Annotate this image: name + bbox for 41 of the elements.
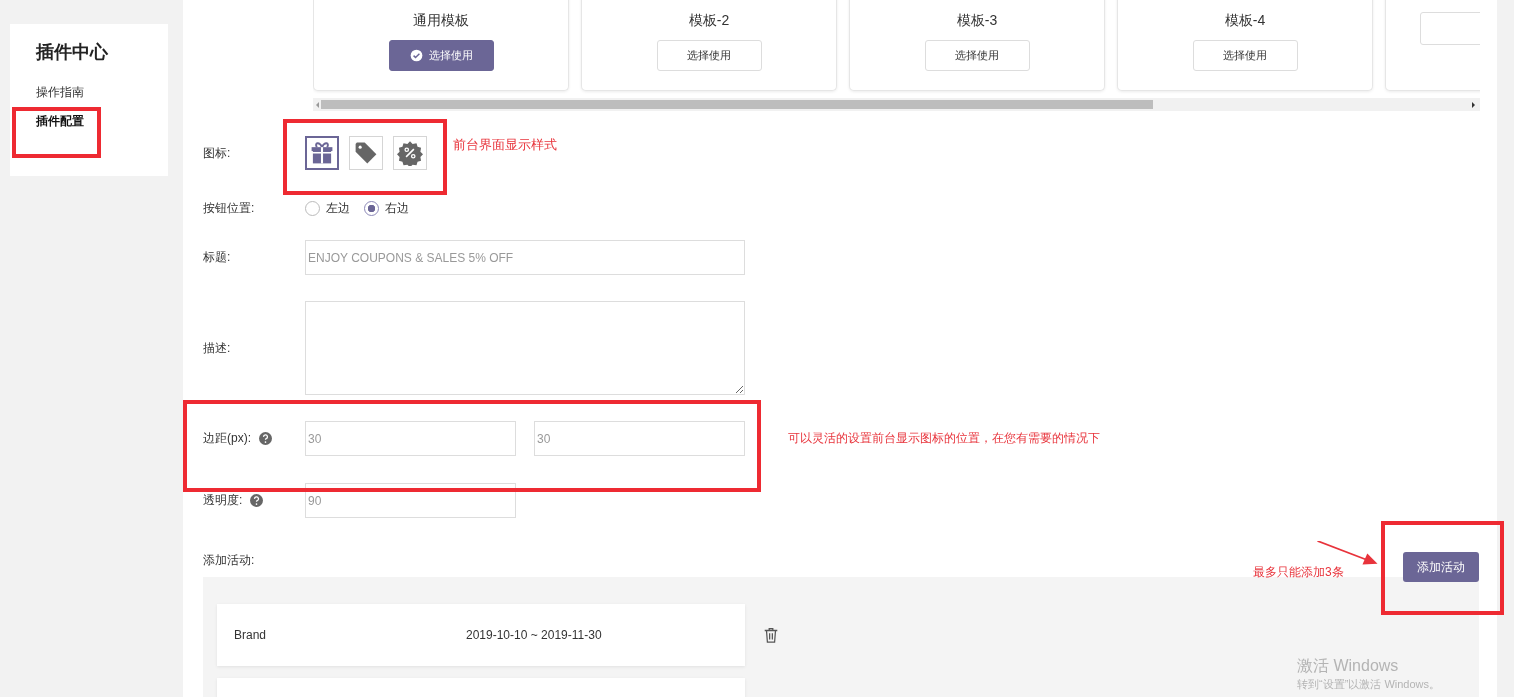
annotation-text: 最多只能添加3条: [1253, 563, 1344, 581]
sidebar-title: 插件中心: [36, 41, 108, 64]
radio-label: 右边: [385, 199, 409, 217]
field-label: 边距(px):: [203, 430, 251, 447]
field-label: 按钮位置:: [203, 199, 255, 217]
trash-icon: [762, 626, 780, 644]
text-input[interactable]: ENJOY COUPONS & SALES 5% OFF: [305, 240, 745, 275]
add-activity-button[interactable]: 添加活动: [1403, 552, 1479, 582]
activity-name: Brand: [234, 628, 268, 642]
template-name: 模板-3: [956, 12, 998, 30]
annotation-text: 可以灵活的设置前台显示图标的位置，在您有需要的情况下: [788, 430, 1100, 447]
select-button[interactable]: 选择使用: [388, 40, 494, 71]
check-icon: [409, 49, 423, 62]
select-button[interactable]: 选择使用: [656, 40, 762, 71]
field-label: 图标:: [203, 144, 231, 162]
gift-icon: [309, 140, 335, 166]
badge-icon: [397, 140, 423, 166]
field-label: 描述:: [203, 339, 231, 357]
annotation-arrow: [1316, 541, 1379, 565]
sidebar-item[interactable]: 操作指南: [36, 84, 84, 101]
template-name: 模板-2: [688, 12, 730, 30]
template-name: 模板-4: [1224, 12, 1266, 30]
tag-icon: [353, 140, 379, 166]
help-icon: [250, 494, 264, 507]
select-button[interactable]: 选择使用: [924, 40, 1030, 71]
radio-button[interactable]: [364, 200, 379, 216]
help-icon: [259, 432, 272, 445]
field-label: 透明度:: [203, 492, 243, 509]
select-button[interactable]: 选择使用: [1192, 40, 1298, 71]
horizontal-scrollbar[interactable]: [313, 98, 1480, 111]
field-label: 标题:: [203, 249, 231, 266]
text-input[interactable]: 30: [534, 421, 745, 456]
text-input[interactable]: 30: [305, 421, 516, 456]
annotation-text: 前台界面显示样式: [453, 136, 557, 154]
radio-label: 左边: [326, 199, 350, 217]
sidebar-item[interactable]: 插件配置: [36, 113, 84, 130]
icon-option[interactable]: [305, 136, 339, 170]
activation-title: 激活 Windows: [1297, 656, 1400, 676]
field-label: 添加活动:: [203, 551, 255, 569]
activity-dates: 2019-10-10 ~ 2019-11-30: [466, 628, 602, 642]
template-name: 通用模板: [413, 12, 469, 30]
